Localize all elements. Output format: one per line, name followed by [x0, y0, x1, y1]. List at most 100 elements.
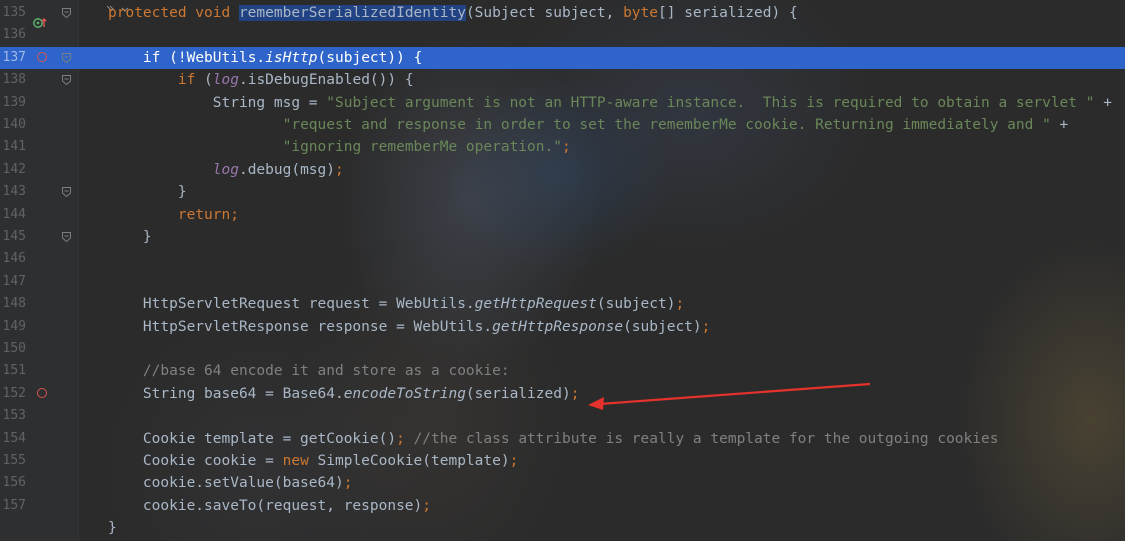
code-token: ;: [343, 475, 353, 492]
code-line[interactable]: 152 String base64 = Base64.encodeToStrin…: [0, 383, 1125, 405]
code-line[interactable]: 155 Cookie cookie = new SimpleCookie(tem…: [0, 450, 1125, 472]
line-number[interactable]: 151: [0, 360, 26, 382]
code-text[interactable]: }: [108, 517, 117, 539]
code-text[interactable]: "ignoring rememberMe operation.";: [108, 136, 571, 158]
line-number[interactable]: 143: [0, 181, 26, 203]
code-text[interactable]: HttpServletResponse response = WebUtils.…: [108, 316, 710, 338]
code-line[interactable]: 139 String msg = "Subject argument is no…: [0, 92, 1125, 114]
code-token: ;: [509, 453, 519, 469]
breakpoint-icon[interactable]: [37, 51, 47, 62]
code-text[interactable]: }: [108, 226, 152, 248]
code-text[interactable]: if (!WebUtils.isHttp(subject)) {: [108, 47, 422, 69]
code-line[interactable]: 135 protected void rememberSerializedIden…: [0, 2, 1125, 24]
line-number[interactable]: 156: [0, 472, 26, 494]
code-text[interactable]: String base64 = Base64.encodeToString(se…: [108, 383, 580, 405]
code-text[interactable]: if (log.isDebugEnabled()) {: [108, 69, 414, 91]
code-text[interactable]: "request and response in order to set th…: [108, 114, 1069, 136]
code-line[interactable]: 149 HttpServletResponse response = WebUt…: [0, 316, 1125, 338]
code-editor[interactable]: 135 protected void rememberSerializedIden…: [0, 0, 1125, 541]
line-number[interactable]: 152: [0, 383, 26, 405]
code-text[interactable]: return;: [108, 204, 239, 226]
code-line[interactable]: 148 HttpServletRequest request = WebUtil…: [0, 293, 1125, 315]
code-token: cookie.saveTo(request, response): [108, 497, 423, 514]
code-token: return;: [177, 206, 239, 223]
fold-icon[interactable]: [62, 187, 71, 198]
code-token: "ignoring rememberMe operation.": [282, 139, 562, 156]
code-line[interactable]: }: [0, 517, 1125, 539]
code-token: (serialized): [465, 385, 571, 402]
line-number[interactable]: 150: [0, 338, 26, 360]
line-number[interactable]: 155: [0, 450, 26, 472]
code-line[interactable]: 138 if (log.isDebugEnabled()) {: [0, 69, 1125, 91]
code-token: new: [282, 453, 318, 469]
code-token: }: [108, 520, 117, 537]
code-token: }: [108, 184, 187, 201]
code-line[interactable]: 143 }: [0, 181, 1125, 203]
code-line[interactable]: 156 cookie.setValue(base64);: [0, 472, 1125, 494]
fold-icon[interactable]: [62, 232, 71, 242]
fold-icon[interactable]: [62, 75, 71, 86]
code-line[interactable]: 142 log.debug(msg);: [0, 159, 1125, 181]
code-token: Cookie template = getCookie(): [108, 430, 397, 447]
code-line[interactable]: 144 return;: [0, 204, 1125, 226]
code-token: getHttpRequest: [474, 296, 597, 313]
code-line[interactable]: 150: [0, 338, 1125, 360]
fold-icon[interactable]: [62, 8, 71, 18]
code-line[interactable]: 153: [0, 405, 1125, 427]
code-text[interactable]: log.debug(msg);: [108, 159, 344, 181]
code-token: }: [108, 229, 152, 245]
code-line[interactable]: 136: [0, 24, 1125, 46]
line-number[interactable]: 138: [0, 69, 26, 91]
code-line[interactable]: 147: [0, 271, 1125, 293]
code-line[interactable]: 146: [0, 248, 1125, 270]
fold-icon[interactable]: [62, 52, 71, 63]
code-text[interactable]: protected void rememberSerializedIdentit…: [108, 2, 798, 24]
line-number[interactable]: 136: [0, 24, 26, 46]
code-token: (!WebUtils.: [169, 49, 266, 66]
line-number[interactable]: 142: [0, 159, 26, 181]
line-number[interactable]: 157: [0, 495, 26, 517]
code-line[interactable]: 141 "ignoring rememberMe operation.";: [0, 136, 1125, 158]
line-number[interactable]: 144: [0, 204, 26, 226]
code-line[interactable]: 140 "request and response in order to se…: [0, 114, 1125, 136]
code-text[interactable]: cookie.setValue(base64);: [108, 472, 353, 494]
line-number[interactable]: 139: [0, 92, 26, 114]
code-token: HttpServletResponse response = WebUtils.: [108, 318, 493, 335]
code-token: ;: [701, 318, 711, 335]
code-text[interactable]: //base 64 encode it and store as a cooki…: [108, 360, 510, 382]
override-gutter-icon[interactable]: [32, 15, 48, 31]
code-line[interactable]: 137 if (!WebUtils.isHttp(subject)) {: [0, 46, 1125, 69]
code-text[interactable]: HttpServletRequest request = WebUtils.ge…: [108, 293, 684, 315]
code-token: cookie.setValue(base64): [108, 475, 344, 492]
code-token: [] serialized) {: [658, 5, 798, 21]
code-line[interactable]: 154 Cookie template = getCookie(); //the…: [0, 428, 1125, 450]
code-line[interactable]: 157 cookie.saveTo(request, response);: [0, 495, 1125, 517]
code-text[interactable]: }: [108, 181, 187, 203]
line-number[interactable]: 153: [0, 405, 26, 427]
line-number[interactable]: 147: [0, 271, 26, 293]
line-number[interactable]: 145: [0, 226, 26, 248]
line-number[interactable]: 154: [0, 428, 26, 450]
selected-identifier: rememberSerializedIdentity: [238, 5, 466, 21]
line-number[interactable]: 146: [0, 248, 26, 270]
code-line[interactable]: 151 //base 64 encode it and store as a c…: [0, 360, 1125, 382]
line-number[interactable]: 135: [0, 2, 26, 24]
line-number[interactable]: 141: [0, 136, 26, 158]
breakpoint-icon[interactable]: [37, 387, 47, 398]
code-token: ;: [335, 161, 344, 178]
code-text[interactable]: Cookie cookie = new SimpleCookie(templat…: [108, 450, 518, 472]
code-line[interactable]: 145 }: [0, 226, 1125, 248]
line-number[interactable]: 140: [0, 114, 26, 136]
line-number[interactable]: 148: [0, 293, 26, 315]
code-text[interactable]: cookie.saveTo(request, response);: [108, 495, 431, 517]
line-number[interactable]: 137: [0, 47, 26, 69]
code-text[interactable]: String msg = "Subject argument is not an…: [108, 92, 1112, 114]
code-text[interactable]: Cookie template = getCookie(); //the cla…: [108, 428, 999, 450]
line-number[interactable]: 149: [0, 316, 26, 338]
